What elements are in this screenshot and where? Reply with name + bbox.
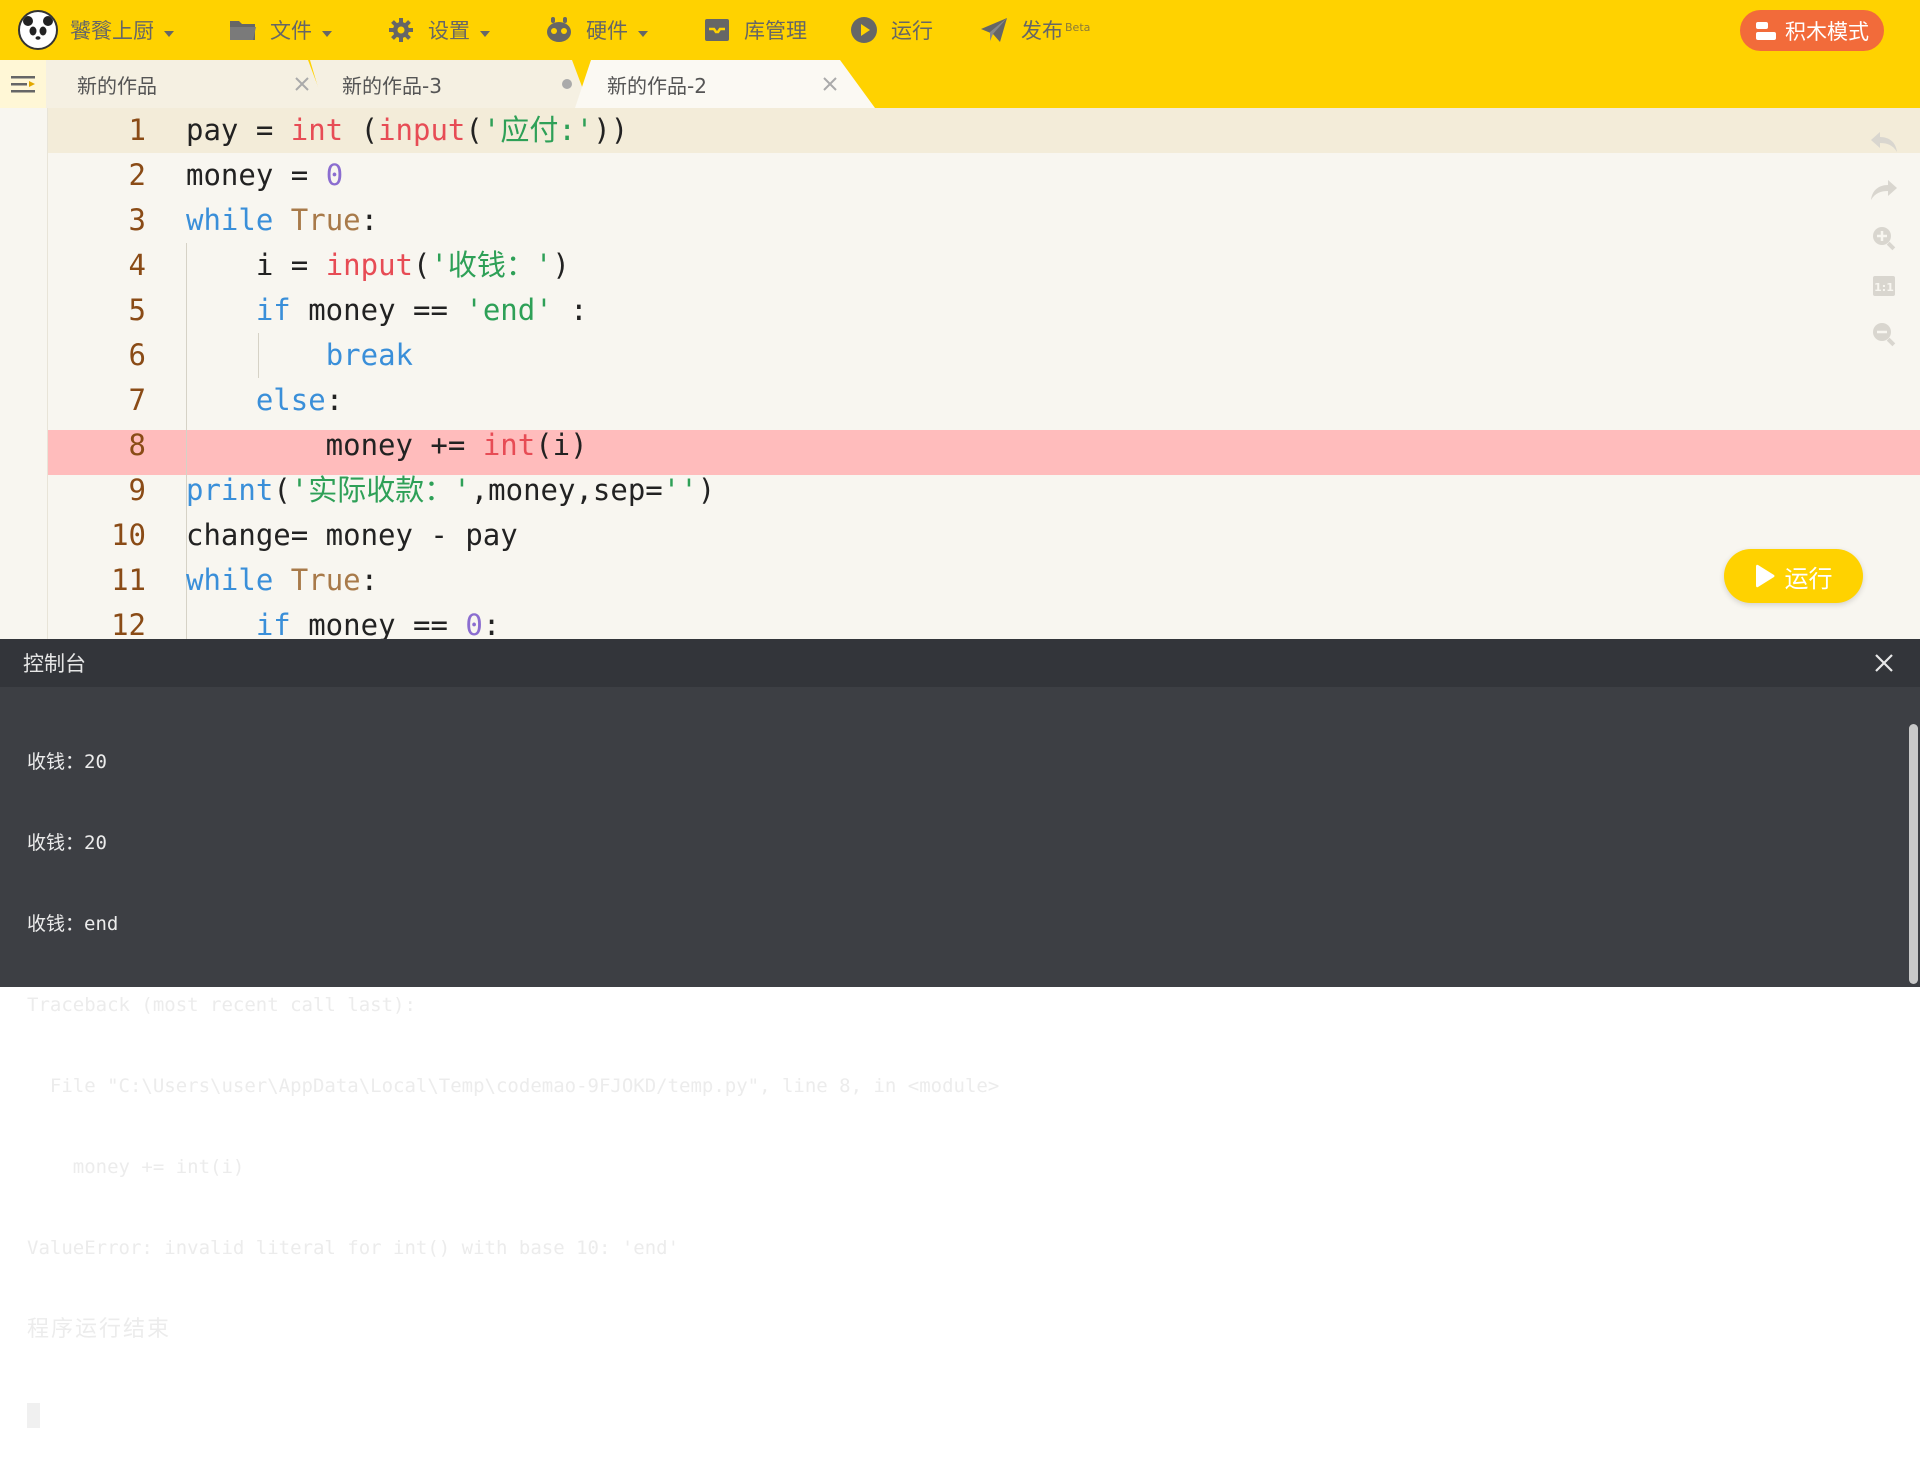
code-line: change= money - pay [186, 518, 518, 552]
console-line: money += int(i) [27, 1156, 245, 1178]
line-number: 2 [128, 158, 146, 192]
gear-icon [386, 15, 416, 45]
code-line: else: [255, 383, 344, 417]
blocks-icon [1755, 21, 1777, 41]
code-line: money = 0 [186, 158, 344, 192]
chevron-down-icon [638, 18, 648, 42]
console-panel: 控制台 收钱：20 收钱：20 收钱：end Traceback (most r… [0, 639, 1920, 1428]
chevron-down-icon [322, 18, 332, 42]
block-mode-button[interactable]: 积木模式 [1740, 10, 1884, 51]
console-header: 控制台 [0, 639, 1920, 687]
file-menu[interactable]: 文件 [228, 0, 332, 60]
publish-label: 发布 [1021, 19, 1063, 43]
tab-label: 新的作品-2 [607, 73, 707, 98]
run-button[interactable]: 运行 [1724, 549, 1863, 603]
beta-badge: Beta [1065, 20, 1091, 34]
code-line: if money == 0: [255, 608, 501, 639]
tab-new-work[interactable]: 新的作品 [46, 60, 326, 108]
editor-side-tools: 1:1 [1866, 118, 1902, 358]
settings-menu-label: 设置 [428, 19, 470, 43]
editor-side-gutter [0, 108, 48, 639]
code-editor[interactable]: 1 2 3 4 5 6 7 8 9 10 11 12 pay = int (in… [0, 108, 1920, 639]
play-circle-icon [849, 15, 879, 45]
tab-new-work-2[interactable]: 新的作品-2 [575, 60, 875, 108]
console-title: 控制台 [23, 652, 86, 676]
console-line: Traceback (most recent call last): [27, 994, 416, 1016]
zoom-in-icon[interactable] [1866, 214, 1902, 262]
library-manager-label: 库管理 [744, 19, 807, 43]
inbox-icon [702, 15, 732, 45]
console-line: File "C:\Users\user\AppData\Local\Temp\c… [27, 1075, 1000, 1097]
console-input-cursor[interactable] [27, 1403, 40, 1428]
library-manager-button[interactable]: 库管理 [702, 0, 807, 60]
user-name: 饕餮上厨 [70, 19, 154, 43]
publish-button[interactable]: 发布 Beta [979, 0, 1090, 60]
line-number: 3 [128, 203, 146, 237]
hardware-menu-label: 硬件 [586, 19, 628, 43]
line-number: 8 [128, 428, 146, 462]
tab-bar: 新的作品 新的作品-3 新的作品-2 [0, 60, 1920, 108]
close-icon[interactable] [287, 60, 317, 108]
code-line: while True: [186, 203, 379, 237]
folder-icon [228, 15, 258, 45]
undo-icon[interactable] [1866, 118, 1902, 166]
run-menu-button[interactable]: 运行 [849, 0, 933, 60]
close-icon[interactable] [815, 60, 845, 108]
menu-lines-icon [11, 76, 35, 93]
console-scrollbar[interactable] [1909, 724, 1918, 984]
main-menu: 饕餮上厨 文件 设置 硬件 库管理 运行 发布 Beta [0, 0, 1090, 60]
console-output[interactable]: 收钱：20 收钱：20 收钱：end Traceback (most recen… [27, 695, 1887, 1482]
code-line: if money == 'end' : [255, 293, 588, 327]
sidebar-toggle-button[interactable] [0, 60, 46, 108]
console-line: 收钱：20 [27, 751, 107, 773]
close-icon[interactable] [1874, 639, 1894, 687]
code-line: while True: [186, 563, 379, 597]
top-toolbar: 饕餮上厨 文件 设置 硬件 库管理 运行 发布 Beta 积木模式 [0, 0, 1920, 60]
panda-avatar-icon [23, 16, 53, 45]
code-line: pay = int (input('应付:')) [186, 113, 629, 147]
line-number: 5 [128, 293, 146, 327]
file-menu-label: 文件 [270, 19, 312, 43]
paper-plane-icon [979, 15, 1009, 45]
console-line: 程序运行结束 [27, 1317, 172, 1342]
chevron-down-icon [164, 18, 174, 42]
zoom-out-icon[interactable] [1866, 310, 1902, 358]
line-number: 12 [111, 608, 146, 639]
code-line: break [325, 338, 413, 372]
run-menu-label: 运行 [891, 19, 933, 43]
line-number: 11 [111, 563, 146, 597]
tab-label: 新的作品 [77, 73, 157, 98]
tab-new-work-3[interactable]: 新的作品-3 [310, 60, 590, 108]
hardware-menu[interactable]: 硬件 [544, 0, 648, 60]
play-icon [1755, 563, 1775, 589]
settings-menu[interactable]: 设置 [386, 0, 490, 60]
line-number: 10 [111, 518, 146, 552]
line-number: 6 [128, 338, 146, 372]
unsaved-dot-icon[interactable] [552, 60, 582, 108]
code-line: i = input('收钱：') [186, 248, 570, 282]
chevron-down-icon [480, 18, 490, 42]
avatar [18, 10, 58, 50]
line-number: 1 [128, 113, 146, 147]
console-line: 收钱：end [27, 913, 119, 935]
code-line: money += int(i) [186, 428, 588, 462]
svg-text:1:1: 1:1 [1874, 281, 1894, 294]
zoom-reset-icon[interactable]: 1:1 [1866, 262, 1902, 310]
line-number: 7 [128, 383, 146, 417]
code-line: print('实际收款：',money,sep='') [186, 473, 716, 507]
block-mode-label: 积木模式 [1785, 19, 1869, 44]
robot-icon [544, 15, 574, 45]
redo-icon[interactable] [1866, 166, 1902, 214]
console-line: 收钱：20 [27, 832, 107, 854]
console-line: ValueError: invalid literal for int() wi… [27, 1237, 680, 1259]
line-number: 9 [128, 473, 146, 507]
user-menu[interactable]: 饕餮上厨 [0, 0, 174, 60]
run-button-label: 运行 [1784, 564, 1833, 593]
line-number: 4 [128, 248, 146, 282]
tab-label: 新的作品-3 [342, 73, 442, 98]
